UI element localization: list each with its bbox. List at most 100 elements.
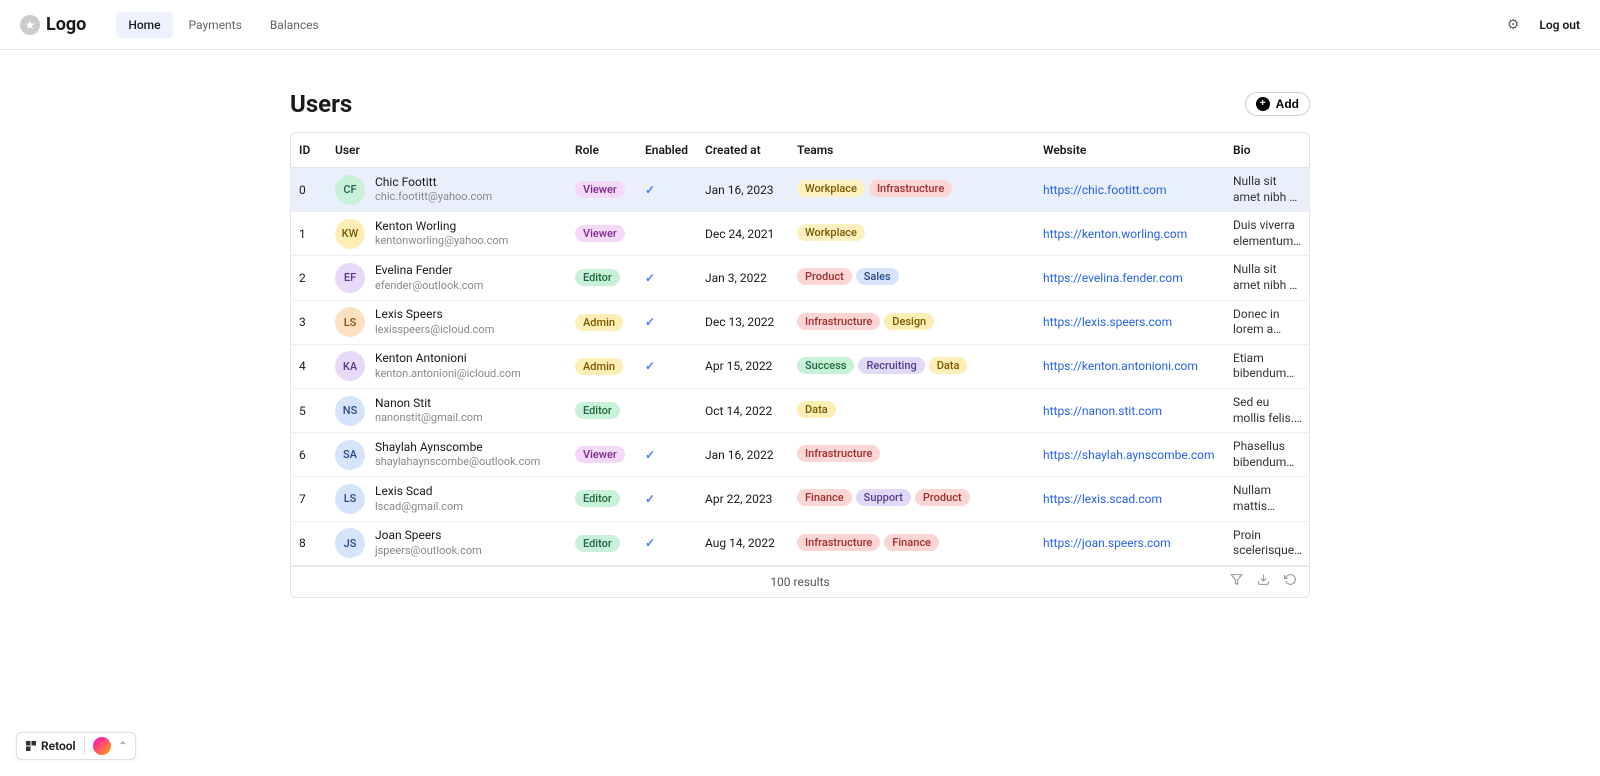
nav-home[interactable]: Home [116, 12, 172, 38]
cell-user: SA Shaylah Aynscombe shaylahaynscombe@ou… [335, 440, 559, 470]
cell-created: Oct 14, 2022 [697, 388, 789, 432]
team-badge: Sales [856, 268, 899, 285]
cell-id: 8 [291, 521, 327, 565]
cell-teams: Workplace [789, 212, 1035, 256]
cell-bio: Phasellus bibendum mauris [1233, 439, 1303, 470]
check-icon: ✓ [645, 315, 655, 329]
cell-id: 5 [291, 388, 327, 432]
plus-icon: + [1256, 97, 1270, 111]
cell-bio: Proin scelerisque tortor [1233, 528, 1303, 559]
table-footer: 100 results [291, 566, 1309, 597]
main: Users + Add ID User Role Enabled Created… [290, 90, 1310, 598]
team-badge: Infrastructure [797, 445, 880, 462]
cell-id: 0 [291, 168, 327, 212]
gear-icon[interactable]: ⚙ [1507, 17, 1520, 33]
role-badge: Editor [575, 402, 620, 419]
cell-created: Jan 16, 2022 [697, 433, 789, 477]
website-link[interactable]: https://nanon.stit.com [1043, 404, 1162, 418]
website-link[interactable]: https://lexis.scad.com [1043, 492, 1162, 506]
user-name: Nanon Stit [375, 396, 483, 412]
table-row[interactable]: 1 KW Kenton Worling kentonworling@yahoo.… [291, 212, 1309, 256]
cell-created: Dec 24, 2021 [697, 212, 789, 256]
check-icon: ✓ [645, 271, 655, 285]
col-bio[interactable]: Bio [1225, 133, 1309, 168]
logo[interactable]: ★ Logo [20, 14, 86, 35]
website-link[interactable]: https://joan.speers.com [1043, 536, 1171, 550]
cell-teams: ProductSales [789, 256, 1035, 300]
col-user[interactable]: User [327, 133, 567, 168]
retool-badge[interactable]: Retool ⌃ [16, 732, 136, 760]
website-link[interactable]: https://kenton.worling.com [1043, 227, 1187, 241]
table-row[interactable]: 8 JS Joan Speers jspeers@outlook.com Edi… [291, 521, 1309, 565]
avatar: LS [335, 484, 365, 514]
page-header: Users + Add [290, 90, 1310, 118]
page-title: Users [290, 90, 352, 118]
cell-user: KW Kenton Worling kentonworling@yahoo.co… [335, 219, 559, 249]
team-badge: Workplace [797, 224, 865, 241]
team-badge: Infrastructure [869, 180, 952, 197]
col-created[interactable]: Created at [697, 133, 789, 168]
col-id[interactable]: ID [291, 133, 327, 168]
table-row[interactable]: 4 KA Kenton Antonioni kenton.antonioni@i… [291, 344, 1309, 388]
website-link[interactable]: https://chic.footitt.com [1043, 183, 1167, 197]
user-email: kenton.antonioni@icloud.com [375, 367, 521, 381]
cell-enabled [637, 388, 697, 432]
table-row[interactable]: 6 SA Shaylah Aynscombe shaylahaynscombe@… [291, 433, 1309, 477]
check-icon: ✓ [645, 492, 655, 506]
role-badge: Viewer [575, 225, 625, 242]
cell-user: EF Evelina Fender efender@outlook.com [335, 263, 559, 293]
team-badge: Design [884, 313, 934, 330]
nav-balances[interactable]: Balances [258, 12, 331, 38]
cell-created: Apr 15, 2022 [697, 344, 789, 388]
user-email: kentonworling@yahoo.com [375, 234, 508, 248]
user-name: Evelina Fender [375, 263, 483, 279]
table-row[interactable]: 3 LS Lexis Speers lexisspeers@icloud.com… [291, 300, 1309, 344]
cell-enabled: ✓ [637, 433, 697, 477]
retool-icon [25, 740, 37, 752]
website-link[interactable]: https://kenton.antonioni.com [1043, 359, 1198, 373]
cell-enabled: ✓ [637, 300, 697, 344]
cell-bio: Sed eu mollis felis. Nulla sit amet [1233, 395, 1303, 426]
website-link[interactable]: https://evelina.fender.com [1043, 271, 1183, 285]
cell-bio: Nulla sit amet nibh at augue placerat [1233, 174, 1303, 205]
nav-payments[interactable]: Payments [177, 12, 254, 38]
col-role[interactable]: Role [567, 133, 637, 168]
avatar: EF [335, 263, 365, 293]
user-email: efender@outlook.com [375, 279, 483, 293]
chevron-up-icon: ⌃ [119, 741, 127, 752]
cell-enabled: ✓ [637, 256, 697, 300]
role-badge: Admin [575, 314, 623, 331]
avatar: KA [335, 351, 365, 381]
table-row[interactable]: 7 LS Lexis Scad lscad@gmail.com Editor ✓… [291, 477, 1309, 521]
filter-icon[interactable] [1230, 573, 1243, 590]
cell-user: JS Joan Speers jspeers@outlook.com [335, 528, 559, 558]
col-teams[interactable]: Teams [789, 133, 1035, 168]
team-badge: Product [797, 268, 852, 285]
table-row[interactable]: 0 CF Chic Footitt chic.footitt@yahoo.com… [291, 168, 1309, 212]
add-button[interactable]: + Add [1245, 92, 1310, 116]
refresh-icon[interactable] [1284, 573, 1297, 590]
table-scroll[interactable]: ID User Role Enabled Created at Teams We… [291, 133, 1309, 566]
team-badge: Data [929, 357, 968, 374]
cell-id: 2 [291, 256, 327, 300]
logout-link[interactable]: Log out [1539, 18, 1580, 32]
col-enabled[interactable]: Enabled [637, 133, 697, 168]
user-email: shaylahaynscombe@outlook.com [375, 455, 540, 469]
table-row[interactable]: 5 NS Nanon Stit nanonstit@gmail.com Edit… [291, 388, 1309, 432]
table-header-row: ID User Role Enabled Created at Teams We… [291, 133, 1309, 168]
website-link[interactable]: https://lexis.speers.com [1043, 315, 1172, 329]
cell-teams: Infrastructure [789, 433, 1035, 477]
avatar: LS [335, 307, 365, 337]
cell-bio: Nulla sit amet nibh at augue placerat [1233, 262, 1303, 293]
avatar [93, 737, 111, 755]
table-row[interactable]: 2 EF Evelina Fender efender@outlook.com … [291, 256, 1309, 300]
user-email: jspeers@outlook.com [375, 544, 482, 558]
website-link[interactable]: https://shaylah.aynscombe.com [1043, 448, 1215, 462]
users-table: ID User Role Enabled Created at Teams We… [290, 132, 1310, 598]
col-website[interactable]: Website [1035, 133, 1225, 168]
cell-teams: SuccessRecruitingData [789, 344, 1035, 388]
download-icon[interactable] [1257, 573, 1270, 590]
role-badge: Editor [575, 269, 620, 286]
team-badge: Success [797, 357, 854, 374]
user-name: Chic Footitt [375, 175, 492, 191]
